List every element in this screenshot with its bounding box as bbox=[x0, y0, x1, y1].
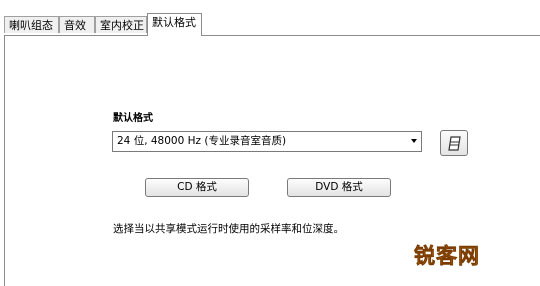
watermark-logo: 锐客网 bbox=[414, 244, 480, 269]
tab-sound-effects[interactable]: 音效 bbox=[59, 16, 95, 33]
chevron-down-icon[interactable] bbox=[411, 139, 417, 143]
tab-speaker-config[interactable]: 喇叭组态 bbox=[4, 16, 59, 33]
cd-format-button[interactable]: CD 格式 bbox=[145, 178, 249, 197]
tab-default-format[interactable]: 默认格式 bbox=[147, 13, 202, 36]
eraser-icon bbox=[448, 136, 461, 151]
section-label: 默认格式 bbox=[113, 113, 153, 124]
restore-default-button[interactable] bbox=[440, 130, 468, 156]
tab-room-correction[interactable]: 室内校正 bbox=[95, 16, 147, 33]
dvd-format-button[interactable]: DVD 格式 bbox=[287, 178, 391, 197]
tab-strip: 喇叭组态 音效 室内校正 默认格式 bbox=[0, 0, 540, 36]
format-select-value: 24 位, 48000 Hz (专业录音室音质) bbox=[117, 135, 287, 147]
description-text: 选择当以共享模式运行时使用的采样率和位深度。 bbox=[113, 223, 344, 235]
format-select[interactable]: 24 位, 48000 Hz (专业录音室音质) bbox=[112, 131, 422, 152]
